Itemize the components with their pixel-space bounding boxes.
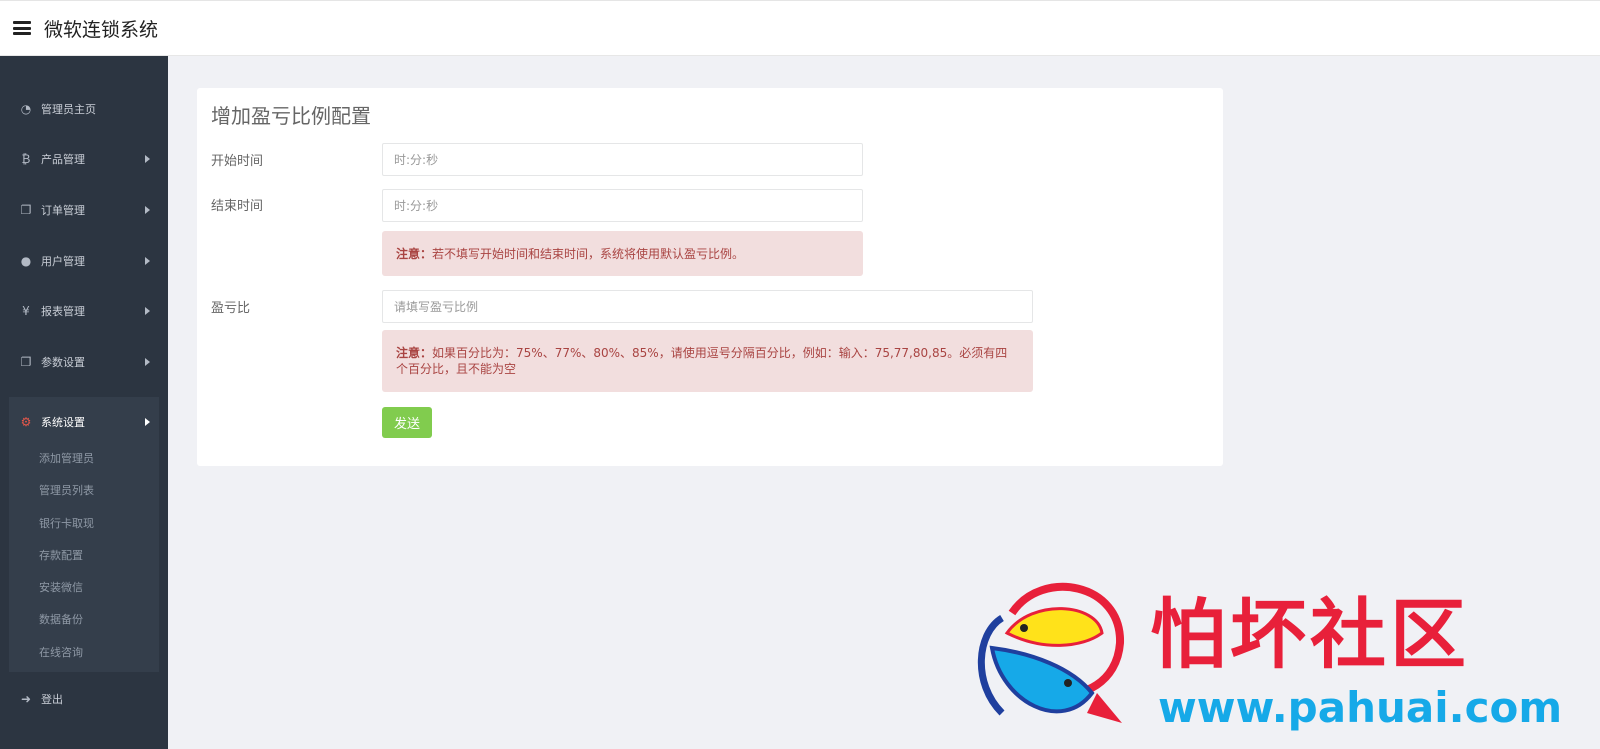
copy-icon: ❐ [20, 203, 32, 217]
subnav-item-bank-withdraw[interactable]: 银行卡取现 [39, 515, 94, 531]
fish-logo-icon [977, 583, 1125, 723]
bitcoin-icon: ₿ [21, 152, 31, 166]
end-time-label: 结束时间 [211, 199, 264, 214]
time-notice-alert: 注意：若不填写开始时间和结束时间，系统将使用默认盈亏比例。 [382, 231, 863, 276]
start-time-label: 开始时间 [211, 154, 264, 169]
sidebar-item-label: 管理员主页 [41, 103, 96, 116]
gears-icon: ⚙ [20, 415, 32, 429]
watermark: 怕坏社区 www.pahuai.com [972, 573, 1572, 743]
dashboard-icon: ◔ [20, 102, 32, 116]
config-form-panel: 增加盈亏比例配置 开始时间 结束时间 注意：若不填写开始时间和结束时间，系统将使… [197, 88, 1223, 466]
sidebar-item-label: 报表管理 [41, 305, 85, 318]
sidebar-item-label: 订单管理 [41, 204, 85, 217]
subnav-item-add-admin[interactable]: 添加管理员 [39, 450, 94, 466]
sidebar-item-label: 参数设置 [41, 356, 85, 369]
sidebar-item-label: 登出 [41, 693, 63, 706]
notice-strong: 注意： [396, 346, 433, 360]
sidebar-item-system-settings[interactable]: ⚙ 系统设置 [0, 397, 168, 447]
user-icon: ● [20, 254, 32, 268]
sidebar-item-orders[interactable]: ❐ 订单管理 [0, 185, 168, 235]
hamburger-menu-icon[interactable] [13, 21, 31, 35]
sidebar-item-users[interactable]: ● 用户管理 [0, 236, 168, 286]
sidebar-group-system: ⚙ 系统设置 添加管理员 管理员列表 银行卡取现 存款配置 安装微信 数据备份 … [9, 397, 159, 672]
notice-text: 若不填写开始时间和结束时间，系统将使用默认盈亏比例。 [432, 246, 745, 261]
sidebar-item-label: 产品管理 [41, 153, 85, 166]
sidebar-item-label: 用户管理 [41, 255, 85, 268]
caret-right-icon [145, 358, 150, 366]
watermark-text: 怕坏社区 [1150, 590, 1470, 679]
top-navbar: 微软连锁系统 [0, 0, 1600, 56]
app-title: 微软连锁系统 [44, 18, 159, 41]
sidebar-item-reports[interactable]: ¥ 报表管理 [0, 286, 168, 336]
subnav-item-data-backup[interactable]: 数据备份 [39, 611, 83, 627]
sidebar-item-logout[interactable]: ➜ 登出 [0, 674, 168, 724]
ratio-notice-alert: 注意：如果百分比为：75%、77%、80%、85%，请使用逗号分隔百分比，例如：… [382, 330, 1033, 392]
subnav-item-admin-list[interactable]: 管理员列表 [39, 482, 94, 498]
sidebar-item-label: 系统设置 [41, 416, 85, 429]
ratio-input[interactable] [382, 290, 1033, 323]
caret-right-icon [145, 257, 150, 265]
sidebar: ◔ 管理员主页 ₿ 产品管理 ❐ 订单管理 ● 用户管理 ¥ 报表管理 ❐ 参数… [0, 56, 168, 749]
watermark-url: www.pahuai.com [1158, 683, 1563, 732]
ratio-label: 盈亏比 [211, 301, 251, 316]
notice-strong: 注意： [396, 246, 433, 261]
sidebar-item-dashboard[interactable]: ◔ 管理员主页 [0, 84, 168, 134]
copy-icon: ❐ [20, 355, 32, 369]
end-time-input[interactable] [382, 189, 863, 222]
sign-out-icon: ➜ [20, 692, 32, 706]
caret-right-icon [145, 155, 150, 163]
caret-right-icon [145, 206, 150, 214]
notice-text: 如果百分比为：75%、77%、80%、85%，请使用逗号分隔百分比，例如：输入：… [396, 346, 1008, 376]
subnav-item-deposit-config[interactable]: 存款配置 [39, 547, 83, 563]
start-time-input[interactable] [382, 143, 863, 176]
page-title: 增加盈亏比例配置 [211, 104, 371, 128]
caret-right-icon [145, 307, 150, 315]
sidebar-item-params[interactable]: ❐ 参数设置 [0, 337, 168, 387]
yen-icon: ¥ [22, 304, 30, 318]
subnav-item-install-wechat[interactable]: 安装微信 [39, 579, 83, 595]
subnav-item-online-consult[interactable]: 在线咨询 [39, 644, 83, 660]
sidebar-item-products[interactable]: ₿ 产品管理 [0, 134, 168, 184]
submit-button[interactable]: 发送 [382, 407, 432, 438]
caret-right-icon [145, 418, 150, 426]
